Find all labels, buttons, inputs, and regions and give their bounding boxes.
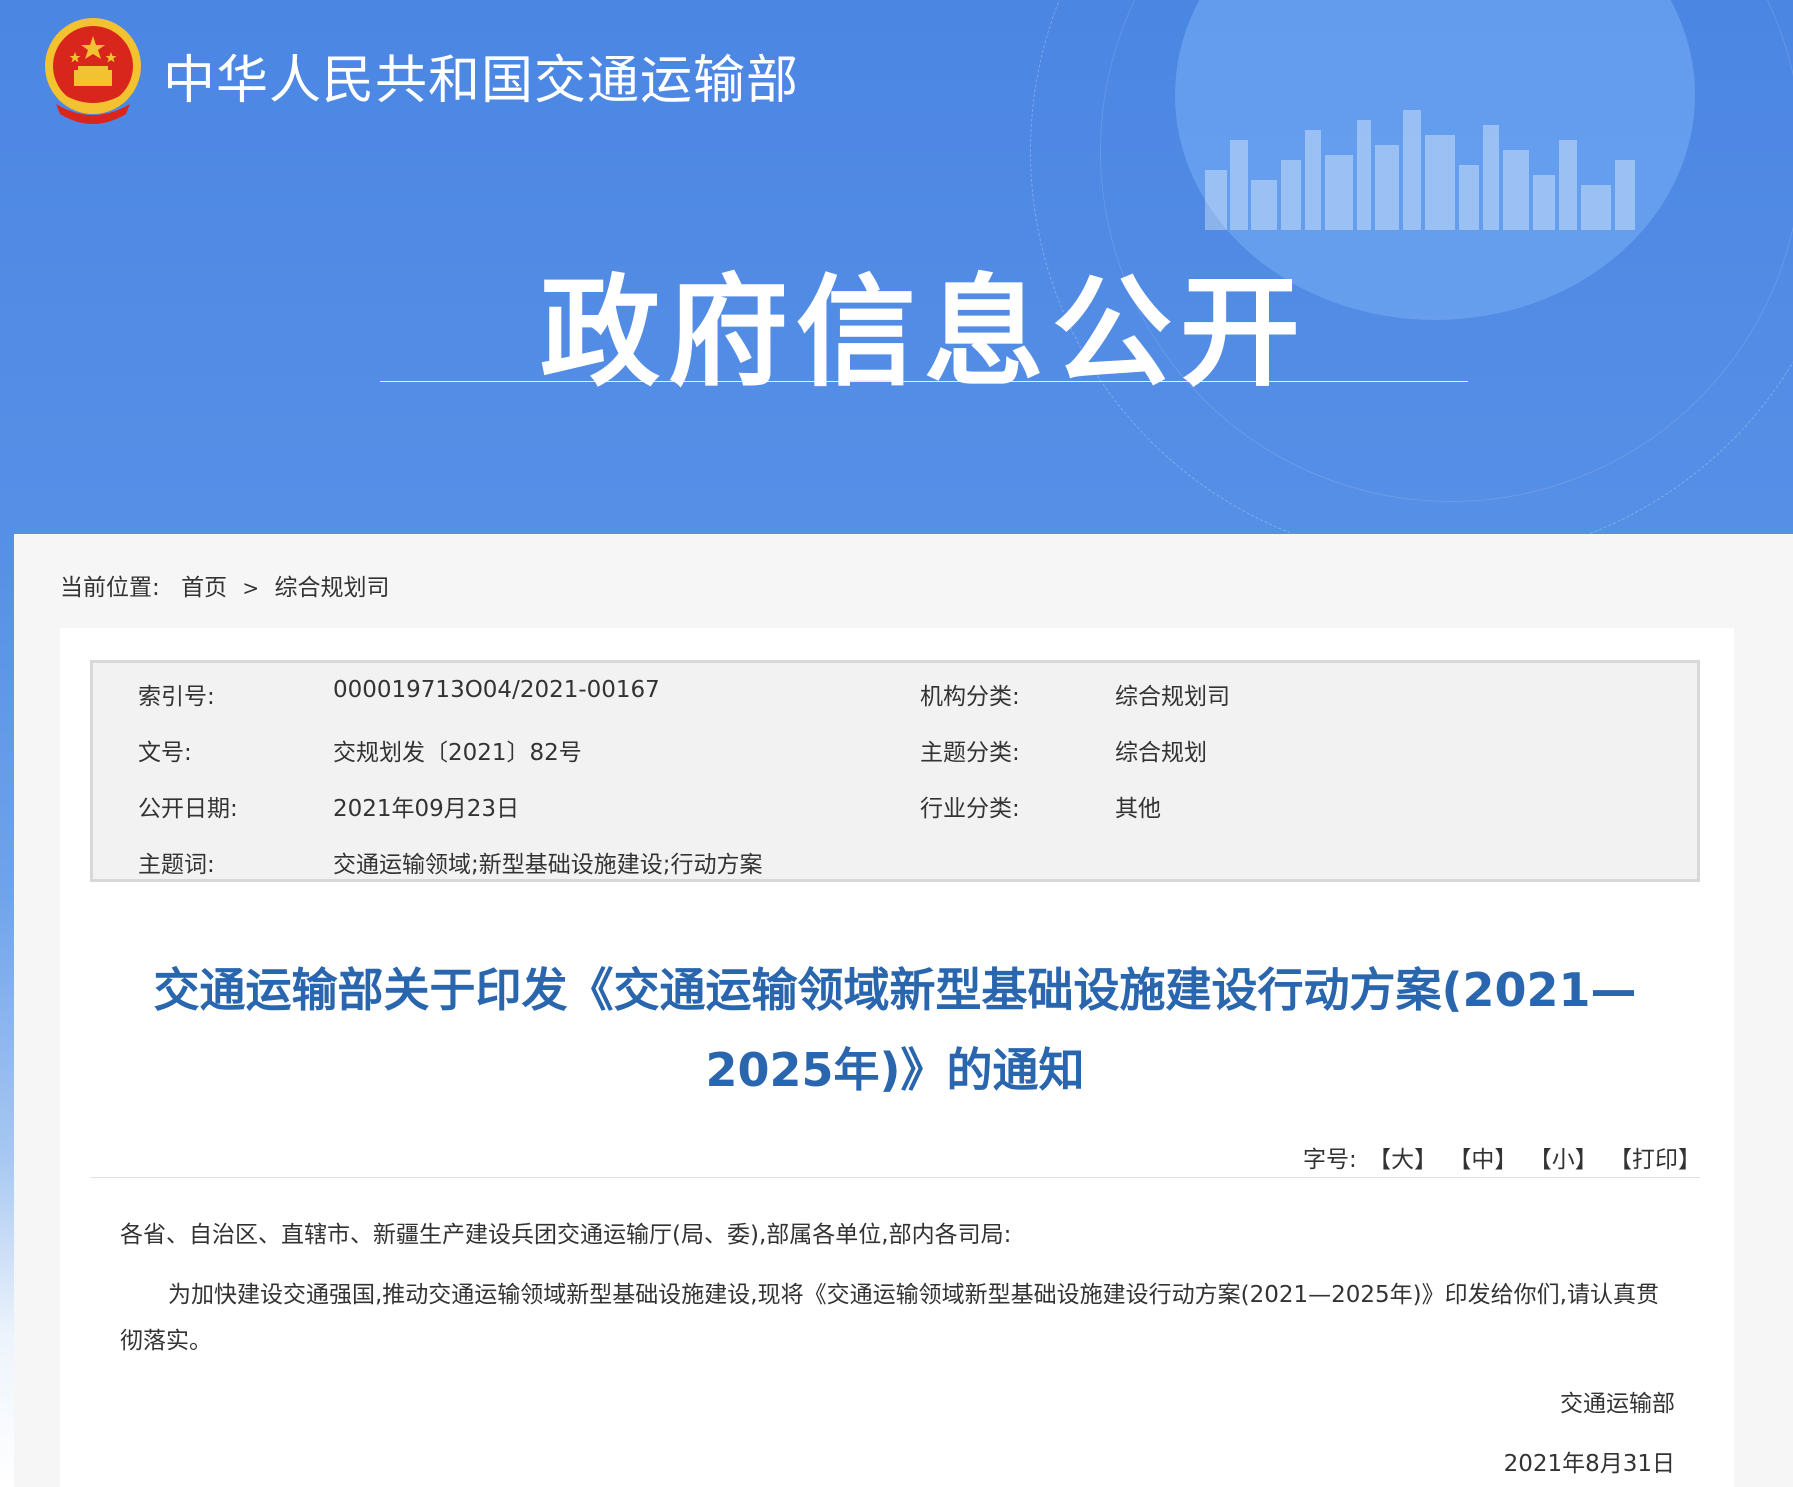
print-button[interactable]: 【打印】 xyxy=(1609,1147,1701,1173)
breadcrumb-label: 当前位置: xyxy=(60,575,160,601)
keywords-value: 交通运输领域;新型基础设施建设;行动方案 xyxy=(333,852,763,878)
article-salutation: 各省、自治区、直辖市、新疆生产建设兵团交通运输厅(局、委),部属各单位,部内各司… xyxy=(120,1222,1012,1248)
document-meta-table: 索引号: 000019713O04/2021-00167 机构分类: 综合规划司… xyxy=(90,660,1700,882)
title-divider xyxy=(380,381,1468,382)
index-label: 索引号: xyxy=(138,684,215,710)
ministry-name[interactable]: 中华人民共和国交通运输部 xyxy=(163,38,799,113)
section-title: 政府信息公开 xyxy=(540,264,1308,403)
keywords-label: 主题词: xyxy=(138,852,215,878)
meta-row: 文号: 交规划发〔2021〕82号 主题分类: 综合规划 xyxy=(93,719,1697,775)
breadcrumb-separator: > xyxy=(242,576,260,600)
index-value: 000019713O04/2021-00167 xyxy=(333,677,660,703)
industry-label: 行业分类: xyxy=(920,796,1020,822)
industry-value: 其他 xyxy=(1115,796,1161,822)
topic-value: 综合规划 xyxy=(1115,740,1207,766)
signature-date: 2021年8月31日 xyxy=(1503,1451,1675,1477)
article-divider xyxy=(90,1177,1700,1178)
doc-number-label: 文号: xyxy=(138,740,192,766)
org-label: 机构分类: xyxy=(920,684,1020,710)
article-title: 交通运输部关于印发《交通运输领域新型基础设施建设行动方案(2021—2025年)… xyxy=(153,963,1637,1097)
article-paragraph: 为加快建设交通强国,推动交通运输领域新型基础设施建设,现将《交通运输领域新型基础… xyxy=(120,1282,1659,1354)
meta-row: 公开日期: 2021年09月23日 行业分类: 其他 xyxy=(93,775,1697,831)
breadcrumb-home-link[interactable]: 首页 xyxy=(181,575,227,601)
signature-organization: 交通运输部 xyxy=(1560,1391,1675,1417)
topic-label: 主题分类: xyxy=(920,740,1020,766)
city-skyline-icon xyxy=(1205,110,1635,230)
font-large-button[interactable]: 【大】 xyxy=(1368,1147,1437,1173)
meta-row: 主题词: 交通运输领域;新型基础设施建设;行动方案 xyxy=(93,831,1697,887)
font-size-toolbar: 字号: 【大】 【中】 【小】 【打印】 xyxy=(1303,1140,1701,1174)
national-emblem-icon xyxy=(45,18,141,124)
breadcrumb: 当前位置: 首页 > 综合规划司 xyxy=(60,568,389,602)
publish-date-label: 公开日期: xyxy=(138,796,238,822)
publish-date-value: 2021年09月23日 xyxy=(333,796,520,822)
doc-number-value: 交规划发〔2021〕82号 xyxy=(333,740,582,766)
org-value: 综合规划司 xyxy=(1115,684,1230,710)
breadcrumb-department-link[interactable]: 综合规划司 xyxy=(274,575,389,601)
font-medium-button[interactable]: 【中】 xyxy=(1448,1147,1517,1173)
font-small-button[interactable]: 【小】 xyxy=(1529,1147,1598,1173)
meta-row: 索引号: 000019713O04/2021-00167 机构分类: 综合规划司 xyxy=(93,663,1697,719)
font-size-label: 字号: xyxy=(1303,1147,1357,1173)
